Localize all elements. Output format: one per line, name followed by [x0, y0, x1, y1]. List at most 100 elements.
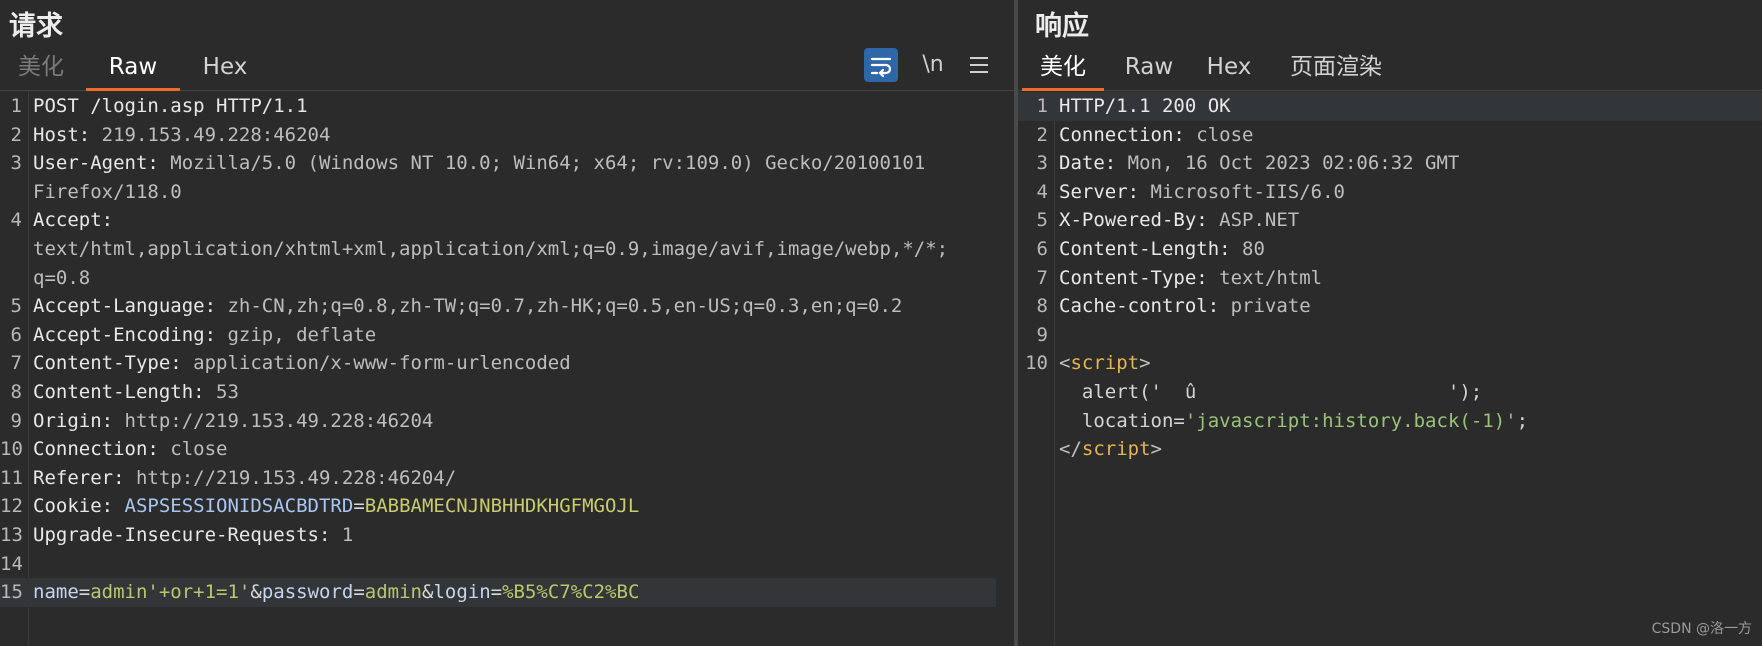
- line-text: Firefox/118.0: [33, 178, 182, 207]
- line-text: Content-Length: 80: [1059, 235, 1265, 264]
- header-name: Cache-control:: [1059, 295, 1220, 318]
- line-number: 1: [10, 95, 22, 117]
- angle-bracket: </: [1059, 438, 1082, 461]
- line-text: Server: Microsoft-IIS/6.0: [1059, 178, 1345, 207]
- code-line: 11 Referer: http://219.153.49.228:46204/: [0, 464, 1016, 493]
- line-number: 2: [10, 123, 22, 146]
- angle-bracket: <: [1059, 352, 1071, 375]
- line-text: name=admin'+or+1=1'&password=admin&login…: [33, 578, 639, 607]
- tab-hex[interactable]: Hex: [200, 50, 250, 88]
- code-line: 5 Accept-Language: zh-CN,zh;q=0.8,zh-TW;q…: [0, 292, 1016, 321]
- tab-render[interactable]: 页面渲染: [1286, 50, 1386, 88]
- request-editor[interactable]: 1 POST /login.asp HTTP/1.1 2 Host: 219.153.…: [0, 92, 1016, 646]
- line-text: alert(' û ');: [1059, 378, 1482, 407]
- code-line: 1 POST /login.asp HTTP/1.1: [0, 92, 1016, 121]
- request-title: 请求: [9, 11, 63, 42]
- request-code[interactable]: 1 POST /login.asp HTTP/1.1 2 Host: 219.153.…: [0, 92, 1016, 607]
- param-key: password: [261, 581, 354, 604]
- code-line: 2 Connection: close: [1018, 121, 1762, 150]
- response-tabs: 美化 Raw Hex 页面渲染: [1018, 46, 1762, 91]
- header-name: HTTP/1.1 200 OK: [1059, 95, 1231, 117]
- line-number: 8: [1036, 295, 1048, 318]
- header-value: Mozilla/5.0 (Windows NT 10.0; Win64; x64…: [158, 152, 926, 175]
- line-text: Accept-Encoding: gzip, deflate: [33, 321, 376, 350]
- line-number: 9: [1036, 323, 1048, 346]
- line-number: 10: [0, 438, 23, 461]
- line-number: 4: [10, 209, 22, 232]
- line-number: 15: [0, 581, 23, 604]
- location-assign: location=: [1059, 409, 1185, 432]
- header-value: gzip, deflate: [216, 323, 377, 346]
- header-value: private: [1219, 295, 1311, 318]
- line-number: 4: [1036, 180, 1048, 203]
- tab-hex[interactable]: Hex: [1204, 50, 1254, 88]
- param-value: %B5%C7%C2%BC: [502, 581, 640, 604]
- code-line: 13 Upgrade-Insecure-Requests: 1: [0, 521, 1016, 550]
- code-line: location='javascript:history.back(-1)';: [1018, 407, 1762, 436]
- line-text: </script>: [1059, 435, 1162, 464]
- line-number: 1: [1036, 95, 1048, 117]
- header-name: Content-Length:: [1059, 237, 1231, 260]
- tab-pretty[interactable]: 美化: [14, 50, 68, 88]
- tab-raw[interactable]: Raw: [1122, 50, 1176, 88]
- tab-pretty[interactable]: 美化: [1022, 50, 1104, 91]
- line-text: Upgrade-Insecure-Requests: 1: [33, 521, 353, 550]
- code-line: 6 Accept-Encoding: gzip, deflate: [0, 321, 1016, 350]
- response-code[interactable]: 1 HTTP/1.1 200 OK 2 Connection: close 3 Date:…: [1018, 92, 1762, 464]
- code-line: 8 Content-Length: 53: [0, 378, 1016, 407]
- line-number: 6: [10, 323, 22, 346]
- code-line: 7 Content-Type: application/x-www-form-ur…: [0, 349, 1016, 378]
- line-text: Accept-Language: zh-CN,zh;q=0.8,zh-TW;q=…: [33, 292, 902, 321]
- cookie-key: ASPSESSIONIDSACBDTRD: [124, 495, 354, 518]
- line-number: 13: [0, 523, 23, 546]
- equals-sign: =: [490, 581, 503, 604]
- equals-sign: =: [78, 581, 91, 604]
- line-text: Cookie: ASPSESSIONIDSACBDTRD=BABBAMECNJN…: [33, 492, 639, 521]
- line-number: 14: [0, 552, 23, 575]
- code-line: 4 Server: Microsoft-IIS/6.0: [1018, 178, 1762, 207]
- header-name: Content-Length:: [33, 380, 205, 403]
- line-number: 5: [10, 295, 22, 318]
- angle-bracket: >: [1150, 438, 1162, 461]
- equals-sign: =: [353, 495, 365, 518]
- show-newlines-button[interactable]: \n: [918, 48, 948, 82]
- tab-raw[interactable]: Raw: [86, 50, 180, 91]
- options-menu-button[interactable]: [964, 48, 994, 82]
- line-number: 3: [10, 152, 22, 175]
- header-value: text/html,application/xhtml+xml,applicat…: [33, 237, 949, 260]
- alert-call: alert(' û ');: [1059, 380, 1483, 403]
- header-value: close: [1184, 123, 1254, 146]
- header-value: Firefox/118.0: [33, 180, 182, 203]
- hamburger-icon: [970, 57, 988, 73]
- code-line: 6 Content-Length: 80: [1018, 235, 1762, 264]
- location-string: 'javascript:history.back(-1)': [1184, 409, 1517, 432]
- cookie-value: BABBAMECNJNBHHDKHGFMGOJL: [364, 495, 640, 518]
- header-name: Content-Type:: [1059, 266, 1208, 289]
- code-line: 3 User-Agent: Mozilla/5.0 (Windows NT 10.…: [0, 149, 1016, 178]
- header-value: close: [158, 438, 228, 461]
- code-line: text/html,application/xhtml+xml,applicat…: [0, 235, 1016, 264]
- line-text: HTTP/1.1 200 OK: [1059, 92, 1231, 121]
- header-value: Microsoft-IIS/6.0: [1139, 180, 1345, 203]
- response-editor[interactable]: 1 HTTP/1.1 200 OK 2 Connection: close 3 Date:…: [1018, 92, 1762, 646]
- code-line: 14: [0, 550, 1016, 579]
- line-text: Referer: http://219.153.49.228:46204/: [33, 464, 456, 493]
- wrap-icon: [870, 57, 892, 78]
- header-name: Accept:: [33, 209, 114, 232]
- line-text: <script>: [1059, 349, 1151, 378]
- semicolon: ;: [1516, 409, 1529, 432]
- header-name: Cookie:: [33, 495, 114, 518]
- header-name: Accept-Language:: [33, 295, 217, 318]
- word-wrap-button[interactable]: [864, 48, 898, 82]
- line-text: Connection: close: [1059, 121, 1253, 150]
- line-number: 10: [1025, 352, 1048, 375]
- header-value: http://219.153.49.228:46204: [113, 409, 434, 432]
- header-name: Date:: [1059, 152, 1117, 175]
- code-line: 3 Date: Mon, 16 Oct 2023 02:06:32 GMT: [1018, 149, 1762, 178]
- header-name: Server:: [1059, 180, 1140, 203]
- watermark: CSDN @洛一方: [1651, 621, 1752, 637]
- code-line: 10 <script>: [1018, 349, 1762, 378]
- line-number: 8: [10, 380, 22, 403]
- header-value: zh-CN,zh;q=0.8,zh-TW;q=0.7,zh-HK;q=0.5,e…: [216, 295, 903, 318]
- param-key: login: [433, 581, 491, 604]
